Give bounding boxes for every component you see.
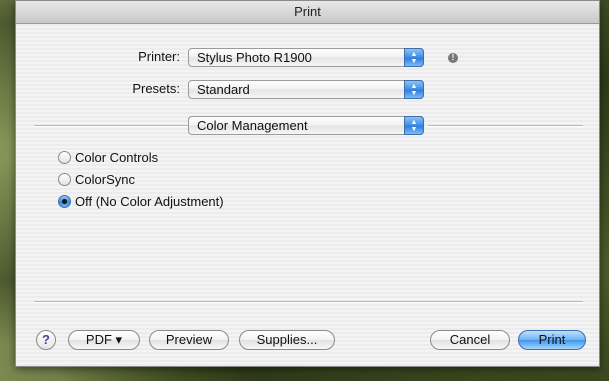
up-down-arrows-icon: ▲ ▼ xyxy=(404,80,424,99)
up-down-arrows-icon: ▲ ▼ xyxy=(404,116,424,135)
radio-label: ColorSync xyxy=(75,172,135,187)
presets-label: Presets: xyxy=(132,81,180,96)
radio-off-no-color-adjustment[interactable]: Off (No Color Adjustment) xyxy=(58,194,224,209)
print-button[interactable]: Print xyxy=(518,330,586,350)
radio-button[interactable] xyxy=(58,151,71,164)
radio-label: Color Controls xyxy=(75,150,159,165)
divider-left xyxy=(34,125,189,127)
presets-popup[interactable]: Standard ▲ ▼ xyxy=(188,80,424,99)
panel-value: Color Management xyxy=(197,118,308,133)
radio-colorsync[interactable]: ColorSync xyxy=(58,172,135,187)
divider-right xyxy=(428,125,583,127)
printer-popup[interactable]: Stylus Photo R1900 ▲ ▼ xyxy=(188,48,424,67)
help-button[interactable]: ? xyxy=(36,330,56,350)
radio-button[interactable] xyxy=(58,173,71,186)
radio-button-selected[interactable] xyxy=(58,195,71,208)
preview-button[interactable]: Preview xyxy=(149,330,229,350)
up-down-arrows-icon: ▲ ▼ xyxy=(404,48,424,67)
info-icon[interactable]: ! xyxy=(448,53,458,63)
printer-value: Stylus Photo R1900 xyxy=(197,50,312,65)
radio-label: Off (No Color Adjustment) xyxy=(75,194,224,209)
presets-value: Standard xyxy=(197,82,250,97)
pdf-menu-button[interactable]: PDF ▾ xyxy=(68,330,140,350)
printer-label: Printer: xyxy=(138,49,180,64)
print-dialog: Print Printer: Stylus Photo R1900 ▲ ▼ ! P… xyxy=(15,0,600,367)
radio-color-controls[interactable]: Color Controls xyxy=(58,150,158,165)
bottom-divider xyxy=(34,301,583,303)
supplies-button[interactable]: Supplies... xyxy=(239,330,335,350)
cancel-button[interactable]: Cancel xyxy=(430,330,510,350)
dialog-title: Print xyxy=(16,1,599,24)
panel-popup[interactable]: Color Management ▲ ▼ xyxy=(188,116,424,135)
